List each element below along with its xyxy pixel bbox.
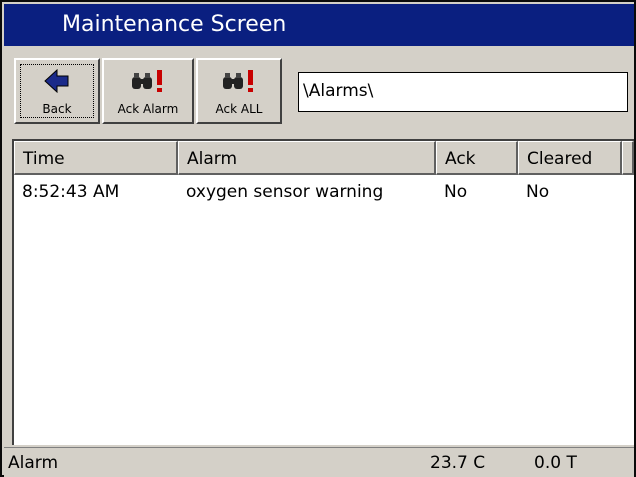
column-header-cleared[interactable]: Cleared (518, 141, 622, 175)
alarm-list-header: Time Alarm Ack Cleared (14, 141, 634, 175)
status-temperature: 23.7 C (430, 453, 486, 473)
binoculars-alert-icon (104, 68, 192, 94)
column-header-alarm[interactable]: Alarm (178, 141, 436, 175)
back-button-label: Back (42, 102, 72, 116)
alarm-list[interactable]: Time Alarm Ack Cleared 8:52:43 AM oxygen… (12, 139, 634, 445)
binoculars-alert-icon (198, 68, 280, 94)
toolbar: Back Ack Alarm Ack ALL \Alarms\ (4, 46, 634, 134)
back-button[interactable]: Back (14, 58, 100, 124)
ack-all-button-label: Ack ALL (215, 102, 263, 116)
app-window: Maintenance Screen Back Ack Alarm Ack AL… (0, 0, 636, 477)
status-bar: Alarm 23.7 C 0.0 T (4, 447, 634, 477)
status-mode: Alarm (8, 453, 59, 473)
status-field: 0.0 T (534, 453, 577, 473)
ack-all-button[interactable]: Ack ALL (196, 58, 282, 124)
table-row[interactable]: 8:52:43 AM oxygen sensor warning No No (14, 177, 634, 207)
cell-alarm: oxygen sensor warning (186, 182, 384, 202)
ack-alarm-button-label: Ack Alarm (117, 102, 179, 116)
cell-time: 8:52:43 AM (22, 182, 120, 202)
ack-alarm-button[interactable]: Ack Alarm (102, 58, 194, 124)
column-header-ack[interactable]: Ack (436, 141, 518, 175)
column-header-filler (622, 141, 634, 175)
cell-cleared: No (526, 182, 550, 202)
window-title: Maintenance Screen (62, 12, 287, 37)
title-bar: Maintenance Screen (4, 4, 634, 46)
path-field[interactable]: \Alarms\ (298, 72, 628, 112)
column-header-time[interactable]: Time (14, 141, 178, 175)
arrow-left-icon (16, 68, 98, 94)
cell-ack: No (444, 182, 468, 202)
